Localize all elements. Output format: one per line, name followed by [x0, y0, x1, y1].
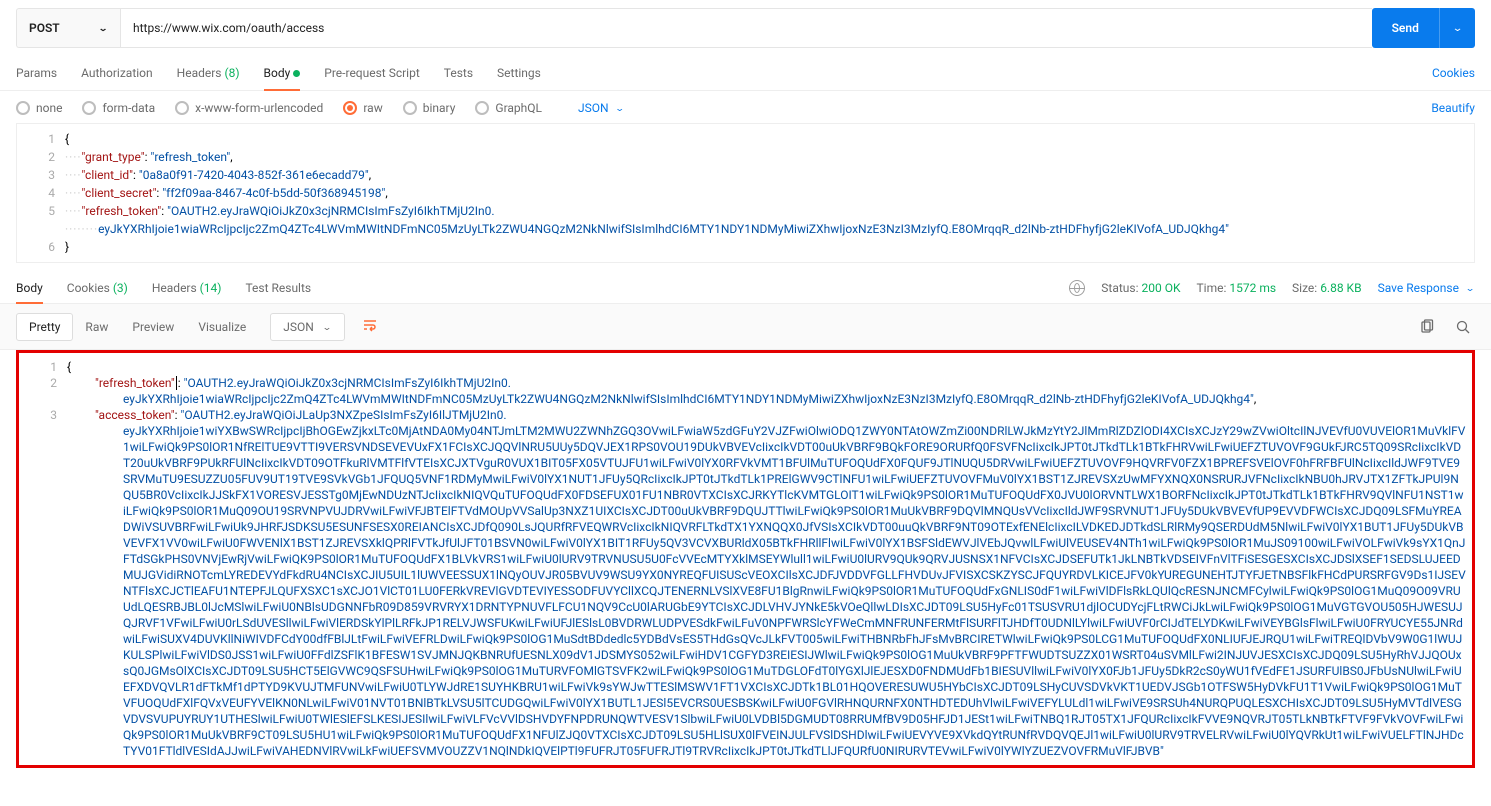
- tab-headers-count: (8): [224, 66, 239, 80]
- tab-authorization[interactable]: Authorization: [81, 56, 153, 90]
- chevron-down-icon: ⌄: [1465, 283, 1475, 293]
- raw-format-select[interactable]: JSON ⌄: [578, 101, 625, 115]
- body-type-xwww[interactable]: x-www-form-urlencoded: [175, 101, 323, 115]
- response-tab-tests[interactable]: Test Results: [245, 273, 311, 303]
- radio-icon: [343, 101, 357, 115]
- body-type-formdata[interactable]: form-data: [82, 101, 155, 115]
- http-method-value: POST: [29, 21, 60, 35]
- response-format-select[interactable]: JSON ⌄: [270, 313, 345, 341]
- editor-gutter: 123456: [17, 124, 65, 262]
- tab-headers-label: Headers: [177, 66, 222, 80]
- copy-icon: [1419, 319, 1435, 335]
- tab-params[interactable]: Params: [16, 56, 57, 90]
- view-preview[interactable]: Preview: [120, 314, 186, 340]
- view-visualize[interactable]: Visualize: [186, 314, 258, 340]
- status-value: 200 OK: [1142, 281, 1181, 295]
- beautify-link[interactable]: Beautify: [1431, 101, 1475, 115]
- tab-tests[interactable]: Tests: [444, 56, 473, 90]
- status-block: Status: 200 OK: [1101, 281, 1180, 295]
- request-bar: POST ⌄ Send ⌄: [0, 0, 1491, 56]
- response-tab-headers[interactable]: Headers (14): [152, 273, 222, 303]
- save-response-button[interactable]: Save Response ⌄: [1378, 281, 1475, 295]
- tab-prerequest[interactable]: Pre-request Script: [324, 56, 419, 90]
- radio-icon: [16, 101, 30, 115]
- time-value: 1572 ms: [1229, 281, 1276, 295]
- chevron-down-icon: ⌄: [1452, 23, 1463, 34]
- response-gutter: 123: [19, 353, 67, 765]
- response-tabs: Body Cookies (3) Headers (14) Test Resul…: [16, 273, 311, 303]
- body-type-raw[interactable]: raw: [343, 101, 382, 115]
- request-tabs: Params Authorization Headers (8) Body Pr…: [16, 56, 541, 90]
- request-body-editor[interactable]: 123456 { ····"grant_type": "refresh_toke…: [16, 123, 1475, 263]
- search-icon: [1455, 319, 1471, 335]
- chevron-down-icon: ⌄: [98, 23, 108, 33]
- body-dirty-indicator: [293, 70, 300, 77]
- cookies-link[interactable]: Cookies: [1432, 66, 1475, 80]
- request-tabs-row: Params Authorization Headers (8) Body Pr…: [0, 56, 1491, 91]
- copy-response-button[interactable]: [1415, 315, 1439, 339]
- size-block: Size: 6.88 KB: [1292, 281, 1362, 295]
- radio-icon: [175, 101, 189, 115]
- body-type-none[interactable]: none: [16, 101, 62, 115]
- http-method-select[interactable]: POST ⌄: [16, 8, 120, 48]
- request-url-input[interactable]: [120, 8, 1372, 48]
- tab-body-label: Body: [264, 66, 291, 80]
- tab-settings[interactable]: Settings: [497, 56, 541, 90]
- body-type-radios: none form-data x-www-form-urlencoded raw…: [16, 101, 625, 115]
- send-button-group: Send ⌄: [1372, 8, 1475, 48]
- wrap-lines-button[interactable]: [353, 310, 387, 343]
- chevron-down-icon: ⌄: [615, 103, 625, 113]
- response-body-highlight: 123 { "refresh_token": "OAUTH2.eyJraWQiO…: [16, 350, 1475, 768]
- response-body-editor[interactable]: 123 { "refresh_token": "OAUTH2.eyJraWQiO…: [19, 353, 1472, 765]
- body-type-graphql[interactable]: GraphQL: [475, 101, 542, 115]
- time-block: Time: 1572 ms: [1197, 281, 1277, 295]
- body-type-row: none form-data x-www-form-urlencoded raw…: [0, 91, 1491, 123]
- response-code[interactable]: { "refresh_token": "OAUTH2.eyJraWQiOiJkZ…: [67, 353, 1472, 765]
- editor-code[interactable]: { ····"grant_type": "refresh_token", ···…: [65, 124, 1474, 262]
- response-tab-body[interactable]: Body: [16, 273, 43, 303]
- wrap-icon: [362, 317, 378, 333]
- search-response-button[interactable]: [1451, 315, 1475, 339]
- view-pretty[interactable]: Pretty: [16, 313, 73, 341]
- response-meta: Status: 200 OK Time: 1572 ms Size: 6.88 …: [1069, 280, 1475, 296]
- response-view-bar: Pretty Raw Preview Visualize JSON ⌄: [0, 303, 1491, 350]
- raw-format-value: JSON: [578, 101, 609, 115]
- text-cursor: [176, 376, 177, 390]
- radio-icon: [475, 101, 489, 115]
- view-raw[interactable]: Raw: [73, 314, 120, 340]
- size-value: 6.88 KB: [1320, 281, 1361, 295]
- chevron-down-icon: ⌄: [322, 322, 332, 332]
- globe-icon[interactable]: [1069, 280, 1085, 296]
- send-options-button[interactable]: ⌄: [1439, 8, 1475, 48]
- body-type-binary[interactable]: binary: [403, 101, 456, 115]
- send-button[interactable]: Send: [1372, 8, 1439, 48]
- response-view-tabs: Pretty Raw Preview Visualize: [16, 313, 258, 341]
- radio-icon: [82, 101, 96, 115]
- tab-headers[interactable]: Headers (8): [177, 56, 240, 90]
- response-tab-cookies[interactable]: Cookies (3): [67, 273, 128, 303]
- response-tabs-row: Body Cookies (3) Headers (14) Test Resul…: [0, 273, 1491, 303]
- radio-icon: [403, 101, 417, 115]
- tab-body[interactable]: Body: [264, 56, 301, 90]
